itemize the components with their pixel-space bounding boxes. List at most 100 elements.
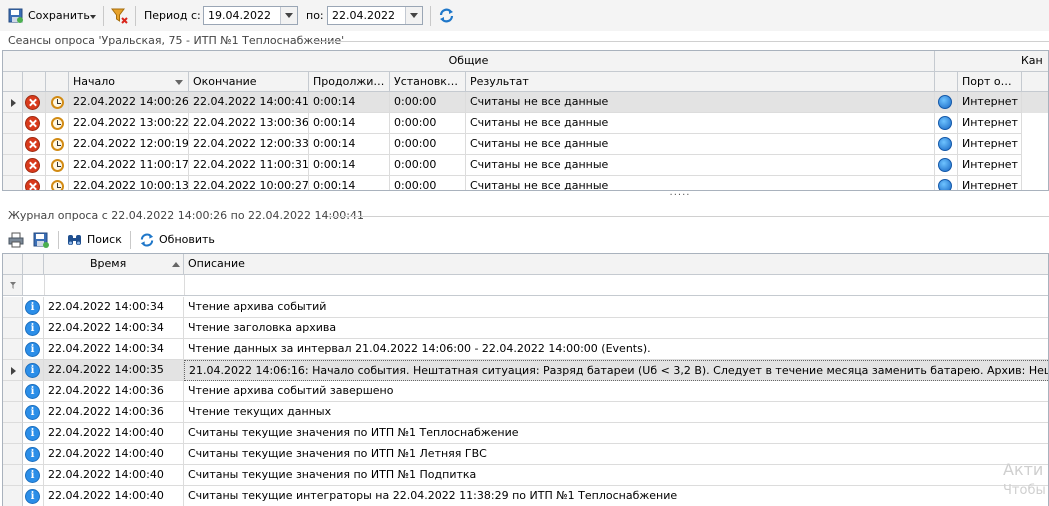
list-item[interactable]: i 22.04.2022 14:00:34 Чтение заголовка а… (3, 318, 1048, 339)
info-icon: i (25, 468, 40, 483)
column-header-start[interactable]: Начало (69, 72, 189, 92)
cell-time: 22.04.2022 14:00:34 (44, 339, 184, 360)
description-filter-cell[interactable] (184, 275, 1048, 295)
journal-group-title: Журнал опроса с 22.04.2022 14:00:26 по 2… (8, 209, 364, 222)
cell-result: Считаны не все данные (466, 92, 935, 113)
cell-port: Интернет 01 (958, 134, 1022, 155)
column-header-port[interactable]: Порт опроса (958, 72, 1022, 92)
list-item[interactable]: i 22.04.2022 14:00:36 Чтение текущих дан… (3, 402, 1048, 423)
divider (313, 41, 1049, 42)
row-indicator[interactable] (3, 134, 23, 155)
cell-time: 22.04.2022 14:00:40 (44, 465, 184, 486)
cell-port: Интернет 01 (958, 113, 1022, 134)
info-icon: i (25, 489, 40, 504)
column-header-level[interactable] (23, 254, 44, 275)
calendar-dropdown-button[interactable] (280, 7, 297, 24)
column-header-end[interactable]: Окончание (189, 72, 309, 92)
refresh-icon[interactable] (438, 7, 455, 24)
cell-description: Чтение текущих данных (184, 402, 1048, 423)
table-row[interactable]: 22.04.2022 11:00:17 22.04.2022 11:00:31 … (3, 155, 1048, 176)
clear-filter-icon[interactable] (111, 7, 129, 25)
row-indicator[interactable] (3, 465, 23, 486)
column-header-result[interactable]: Результат (466, 72, 935, 92)
column-header-port-icon[interactable] (935, 72, 958, 92)
table-row[interactable]: 22.04.2022 14:00:26 22.04.2022 14:00:41 … (3, 92, 1048, 113)
row-indicator[interactable] (3, 381, 23, 402)
row-selected-indicator[interactable] (3, 92, 23, 113)
column-header-description[interactable]: Описание (184, 254, 1048, 275)
column-header-setup[interactable]: Установка ... (390, 72, 466, 92)
cell-port: Интернет 01 (958, 155, 1022, 176)
period-to-value: 22.04.2022 (332, 9, 395, 22)
band-channel-label: Кан (1021, 54, 1043, 67)
info-icon: i (25, 363, 40, 378)
list-item[interactable]: i 22.04.2022 14:00:34 Чтение архива собы… (3, 297, 1048, 318)
list-item[interactable]: i 22.04.2022 14:00:40 Считаны текущие зн… (3, 465, 1048, 486)
list-item[interactable]: i 22.04.2022 14:00:40 Считаны текущие зн… (3, 423, 1048, 444)
cell-setup: 0:00:00 (390, 92, 466, 113)
row-indicator[interactable] (3, 297, 23, 318)
save-button[interactable]: Сохранить (6, 5, 98, 27)
save-icon (8, 8, 23, 23)
row-indicator[interactable] (3, 339, 23, 360)
period-to-date-input[interactable]: 22.04.2022 (327, 6, 423, 25)
time-filter-cell[interactable] (44, 275, 185, 295)
filter-row-pin-icon (10, 282, 16, 289)
row-indicator[interactable] (3, 176, 23, 190)
row-indicator[interactable] (3, 444, 23, 465)
toolbar-separator (430, 6, 431, 26)
column-header-time[interactable]: Время (44, 254, 184, 275)
list-item[interactable]: i 22.04.2022 14:00:40 Считаны текущие ин… (3, 486, 1048, 506)
cell-result: Считаны не все данные (466, 176, 935, 190)
row-indicator[interactable] (3, 318, 23, 339)
list-item[interactable]: i 22.04.2022 14:00:36 Чтение архива собы… (3, 381, 1048, 402)
list-item[interactable]: i 22.04.2022 14:00:35 21.04.2022 14:06:1… (3, 360, 1048, 381)
save-button-label: Сохранить (28, 9, 90, 22)
column-header-icon2[interactable] (46, 72, 69, 92)
table-row[interactable]: 22.04.2022 12:00:19 22.04.2022 12:00:33 … (3, 134, 1048, 155)
activation-watermark-line1: Акти (1003, 460, 1044, 479)
table-row[interactable]: 22.04.2022 13:00:22 22.04.2022 13:00:36 … (3, 113, 1048, 134)
toolbar-separator (130, 231, 131, 249)
cell-setup: 0:00:00 (390, 113, 466, 134)
cell-setup: 0:00:00 (390, 134, 466, 155)
cell-duration: 0:00:14 (309, 113, 390, 134)
row-selected-indicator[interactable] (3, 360, 23, 381)
row-indicator[interactable] (3, 402, 23, 423)
table-row[interactable]: 22.04.2022 10:00:13 22.04.2022 10:00:27 … (3, 176, 1048, 190)
cell-start: 22.04.2022 13:00:22 (69, 113, 189, 134)
row-indicator[interactable] (3, 486, 23, 506)
row-indicator[interactable] (3, 155, 23, 176)
period-from-label: Период с: (144, 9, 201, 22)
chevron-down-icon (90, 15, 96, 19)
splitter-handle[interactable]: ····· (660, 191, 700, 203)
column-header-icon1[interactable] (23, 72, 46, 92)
sort-descending-icon (175, 80, 183, 85)
cell-time: 22.04.2022 14:00:36 (44, 381, 184, 402)
cell-start: 22.04.2022 10:00:13 (69, 176, 189, 190)
globe-icon (938, 116, 952, 130)
period-from-date-input[interactable]: 19.04.2022 (203, 6, 298, 25)
refresh-button[interactable]: Обновить (139, 231, 219, 250)
error-icon (25, 116, 40, 131)
cell-result: Считаны не все данные (466, 113, 935, 134)
error-icon (25, 95, 40, 110)
save-icon[interactable] (33, 232, 49, 248)
column-header-port-label: Порт опроса (962, 75, 1022, 88)
list-item[interactable]: i 22.04.2022 14:00:34 Чтение данных за и… (3, 339, 1048, 360)
cell-description: Чтение архива событий завершено (184, 381, 1048, 402)
row-indicator[interactable] (3, 423, 23, 444)
column-header-duration[interactable]: Продолжите... (309, 72, 390, 92)
row-indicator[interactable] (3, 113, 23, 134)
cell-time: 22.04.2022 14:00:35 (44, 360, 184, 381)
column-header-result-label: Результат (470, 75, 529, 88)
print-icon[interactable] (8, 232, 24, 248)
cell-end: 22.04.2022 13:00:36 (189, 113, 309, 134)
cell-start: 22.04.2022 12:00:19 (69, 134, 189, 155)
cell-setup: 0:00:00 (390, 155, 466, 176)
calendar-dropdown-button[interactable] (405, 7, 422, 24)
filter-row[interactable] (3, 275, 1048, 296)
list-item[interactable]: i 22.04.2022 14:00:40 Считаны текущие зн… (3, 444, 1048, 465)
search-button[interactable]: Поиск (66, 231, 126, 250)
alarm-clock-icon (51, 180, 64, 190)
